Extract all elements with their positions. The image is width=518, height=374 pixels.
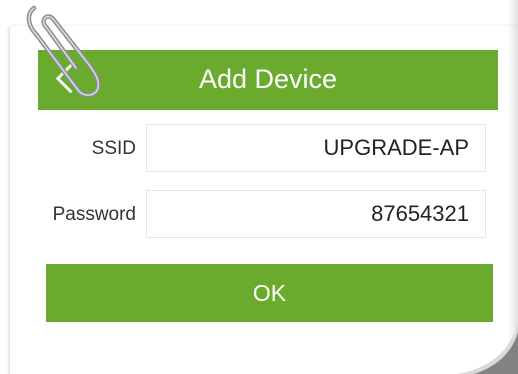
paperclip-icon: [26, 5, 101, 98]
header-bar: Add Device: [38, 50, 498, 110]
page-curl-decoration: [458, 324, 518, 374]
password-label: Password: [52, 204, 136, 225]
screenshot-stage: Add Device SSID UPGRADE-AP Password 8765…: [0, 0, 518, 374]
card-edge-shadow: [508, 0, 518, 374]
ssid-label: SSID: [91, 138, 136, 159]
page-title: Add Device: [198, 64, 338, 94]
ok-button[interactable]: OK: [46, 264, 493, 322]
ssid-field[interactable]: UPGRADE-AP: [146, 124, 486, 172]
password-field[interactable]: 87654321: [146, 190, 486, 238]
